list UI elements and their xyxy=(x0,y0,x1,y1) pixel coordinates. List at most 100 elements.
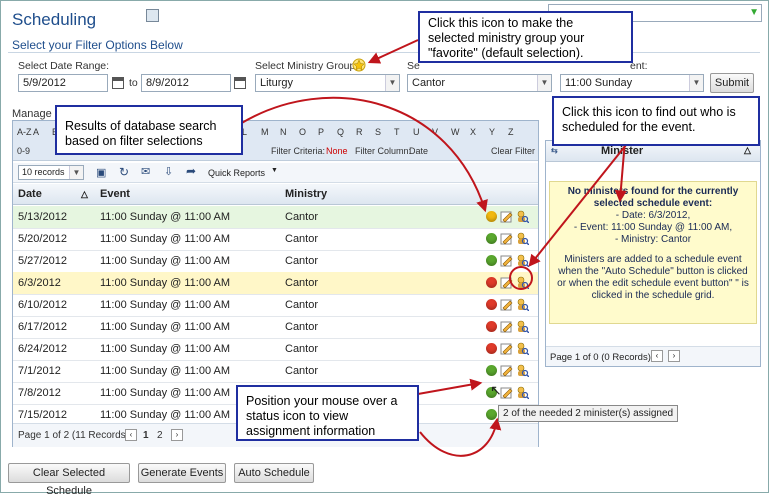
who-is-scheduled-icon[interactable] xyxy=(516,342,529,355)
page-2-link[interactable]: 2 xyxy=(157,430,163,441)
status-icon[interactable] xyxy=(486,233,497,244)
no-ministers-event: - Event: 11:00 Sunday @ 11:00 AM, xyxy=(573,222,733,233)
minister-header-label[interactable]: Minister xyxy=(601,145,643,157)
status-icon[interactable] xyxy=(486,321,497,332)
status-icon[interactable] xyxy=(486,277,497,288)
ministry-group-select[interactable]: Liturgy ▼ xyxy=(255,74,400,92)
calendar-icon[interactable] xyxy=(112,77,124,89)
who-is-scheduled-icon[interactable] xyxy=(516,386,529,399)
auto-schedule-button[interactable]: Auto Schedule xyxy=(234,463,314,483)
refresh-icon[interactable]: ↻ xyxy=(119,165,129,179)
clear-filter-link[interactable]: Clear Filter xyxy=(491,146,535,156)
alpha-letter-t[interactable]: T xyxy=(394,127,400,137)
chevron-down-icon: ▼ xyxy=(537,75,551,91)
alpha-letter-r[interactable]: R xyxy=(356,127,363,137)
alpha-letter-o[interactable]: O xyxy=(299,127,306,137)
next-page-button[interactable]: › xyxy=(668,350,680,362)
alpha-letter-v[interactable]: V xyxy=(432,127,438,137)
table-row[interactable]: 6/17/2012 11:00 Sunday @ 11:00 AM Cantor xyxy=(13,316,538,339)
alpha-letter-a[interactable]: A xyxy=(33,127,39,137)
cell-date: 6/3/2012 xyxy=(18,277,61,289)
save-icon[interactable]: ▣ xyxy=(96,166,106,179)
alpha-letter-x[interactable]: X xyxy=(470,127,476,137)
generate-events-button[interactable]: Generate Events xyxy=(138,463,226,483)
table-row[interactable]: 6/24/2012 11:00 Sunday @ 11:00 AM Cantor xyxy=(13,338,538,361)
email-icon[interactable]: ✉ xyxy=(141,165,150,178)
records-value: 10 records xyxy=(22,167,65,177)
favorite-star-icon[interactable] xyxy=(352,58,366,72)
who-is-scheduled-icon[interactable] xyxy=(516,232,529,245)
callout-scheduled: Click this icon to find out who is sched… xyxy=(552,96,760,146)
column-header-date[interactable]: Date xyxy=(18,188,42,200)
who-is-scheduled-icon[interactable] xyxy=(516,298,529,311)
who-is-scheduled-icon[interactable] xyxy=(516,320,529,333)
edit-schedule-icon[interactable] xyxy=(500,342,513,355)
alpha-letter-s[interactable]: S xyxy=(375,127,381,137)
edit-schedule-icon[interactable] xyxy=(500,276,513,289)
who-is-scheduled-icon[interactable] xyxy=(516,254,529,267)
column-header-event[interactable]: Event xyxy=(100,188,130,200)
edit-schedule-icon[interactable] xyxy=(500,298,513,311)
status-icon[interactable] xyxy=(486,299,497,310)
alpha-letter-w[interactable]: W xyxy=(451,127,460,137)
minister-panel: ⇆ Minister △ No ministers found for the … xyxy=(545,140,761,367)
who-is-scheduled-icon[interactable] xyxy=(516,364,529,377)
table-row[interactable]: 7/1/2012 11:00 Sunday @ 11:00 AM Cantor xyxy=(13,360,538,383)
status-icon[interactable] xyxy=(486,409,497,420)
clear-selected-schedule-button[interactable]: Clear Selected Schedule xyxy=(8,463,130,497)
column-toggle-icon[interactable]: ⇆ xyxy=(551,146,558,155)
edit-schedule-icon[interactable] xyxy=(500,364,513,377)
edit-schedule-icon[interactable] xyxy=(500,254,513,267)
share-icon[interactable]: ➦ xyxy=(186,164,196,178)
divider xyxy=(8,52,760,53)
sort-icon[interactable]: △ xyxy=(744,145,751,156)
table-row[interactable]: 5/20/2012 11:00 Sunday @ 11:00 AM Cantor xyxy=(13,228,538,251)
date-to-input[interactable]: 8/9/2012 xyxy=(141,74,231,92)
prev-page-button[interactable]: ‹ xyxy=(125,429,137,441)
column-header-ministry[interactable]: Ministry xyxy=(285,188,327,200)
alpha-letter-q[interactable]: Q xyxy=(337,127,344,137)
manage-label: Manage xyxy=(12,108,52,120)
prev-page-button[interactable]: ‹ xyxy=(651,350,663,362)
export-icon[interactable]: ⇩ xyxy=(164,165,173,178)
next-page-button[interactable]: › xyxy=(171,429,183,441)
table-row[interactable]: 6/10/2012 11:00 Sunday @ 11:00 AM Cantor xyxy=(13,294,538,317)
status-icon[interactable] xyxy=(486,211,497,222)
sort-icon[interactable]: △ xyxy=(81,189,88,200)
no-ministers-heading: No ministers found for the currently sel… xyxy=(567,186,739,209)
edit-schedule-icon[interactable] xyxy=(500,386,513,399)
alpha-letter-u[interactable]: U xyxy=(413,127,420,137)
event-select[interactable]: 11:00 Sunday ▼ xyxy=(560,74,704,92)
table-row[interactable]: 6/3/2012 11:00 Sunday @ 11:00 AM Cantor xyxy=(13,272,538,295)
cell-ministry: Cantor xyxy=(285,321,319,333)
status-icon[interactable] xyxy=(486,255,497,266)
edit-schedule-icon[interactable] xyxy=(500,210,513,223)
calendar-icon[interactable] xyxy=(234,77,246,89)
alpha-letter-y[interactable]: Y xyxy=(489,127,495,137)
alpha-letter-n[interactable]: N xyxy=(280,127,287,137)
who-is-scheduled-icon[interactable] xyxy=(516,276,529,289)
cell-date: 6/17/2012 xyxy=(18,321,67,333)
table-row[interactable]: 5/13/2012 11:00 Sunday @ 11:00 AM Cantor xyxy=(13,206,538,229)
submit-button[interactable]: Submit xyxy=(710,73,754,93)
cell-date: 5/27/2012 xyxy=(18,255,67,267)
table-row[interactable]: 5/27/2012 11:00 Sunday @ 11:00 AM Cantor xyxy=(13,250,538,273)
date-from-input[interactable]: 5/9/2012 xyxy=(18,74,108,92)
status-icon[interactable] xyxy=(486,343,497,354)
status-icon[interactable] xyxy=(486,365,497,376)
cell-event: 11:00 Sunday @ 11:00 AM xyxy=(100,409,231,421)
no-ministers-message: No ministers found for the currently sel… xyxy=(549,181,757,324)
edit-schedule-icon[interactable] xyxy=(500,232,513,245)
report-icon[interactable] xyxy=(146,9,159,22)
ministry-select[interactable]: Cantor ▼ xyxy=(407,74,552,92)
alpha-letter-z[interactable]: Z xyxy=(508,127,514,137)
quick-reports-menu[interactable]: Quick Reports xyxy=(208,168,265,178)
alpha-all-link[interactable]: A-Z xyxy=(17,127,32,137)
alpha-letter-p[interactable]: P xyxy=(318,127,324,137)
records-per-page-select[interactable]: 10 records ▼ xyxy=(18,165,84,180)
alpha-letter-m[interactable]: M xyxy=(261,127,269,137)
numeric-filter-link[interactable]: 0-9 xyxy=(17,146,30,156)
page-1-link[interactable]: 1 xyxy=(143,430,149,441)
who-is-scheduled-icon[interactable] xyxy=(516,210,529,223)
edit-schedule-icon[interactable] xyxy=(500,320,513,333)
